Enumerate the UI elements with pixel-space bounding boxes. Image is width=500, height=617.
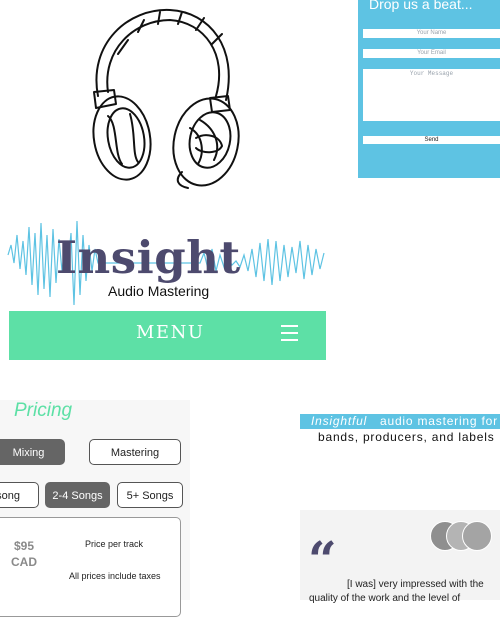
price-amount: $95 CAD xyxy=(11,539,37,569)
name-input[interactable]: Your Name xyxy=(363,29,500,38)
avatar[interactable] xyxy=(462,521,492,551)
testimonial-line2: quality of the work and the level of xyxy=(309,593,461,604)
logo-subtitle: Audio Mastering xyxy=(108,283,210,299)
hamburger-menu-icon[interactable] xyxy=(281,325,298,345)
contact-form-title: Drop us a beat... xyxy=(369,0,473,12)
testimonial-line1: [I was] very impressed with the xyxy=(347,579,484,590)
menu-label: MENU xyxy=(136,322,205,343)
contact-form: Drop us a beat... Your Name Your Email Y… xyxy=(358,0,500,178)
send-button[interactable]: Send xyxy=(363,136,500,144)
tagline-banner: Insightful audio mastering for xyxy=(300,414,500,429)
tab-single-song[interactable]: song xyxy=(0,482,39,508)
tagline-line2: bands, producers, and labels xyxy=(318,430,495,444)
tab-mixing[interactable]: Mixing xyxy=(0,439,65,465)
message-textarea[interactable]: Your Message xyxy=(363,69,500,121)
testimonial-text: [I was] very impressed with the quality … xyxy=(309,578,497,606)
tab-2-4-songs[interactable]: 2-4 Songs xyxy=(45,482,110,508)
tab-mastering[interactable]: Mastering xyxy=(89,439,181,465)
logo-title: Insight xyxy=(56,231,241,284)
tab-5-plus-songs[interactable]: 5+ Songs xyxy=(117,482,183,508)
logo[interactable]: Insight Audio Mastering xyxy=(0,205,330,315)
price-note: All prices include taxes xyxy=(69,571,161,581)
tagline-emphasis: Insightful xyxy=(311,414,368,428)
headphones-illustration xyxy=(92,8,240,189)
pricing-title: Pricing xyxy=(14,400,73,421)
email-input[interactable]: Your Email xyxy=(363,49,500,58)
menu-bar[interactable]: MENU xyxy=(9,311,326,360)
tagline-line1: audio mastering for xyxy=(380,414,498,428)
avatar-group xyxy=(430,521,492,551)
price-description: Price per track xyxy=(85,539,144,549)
